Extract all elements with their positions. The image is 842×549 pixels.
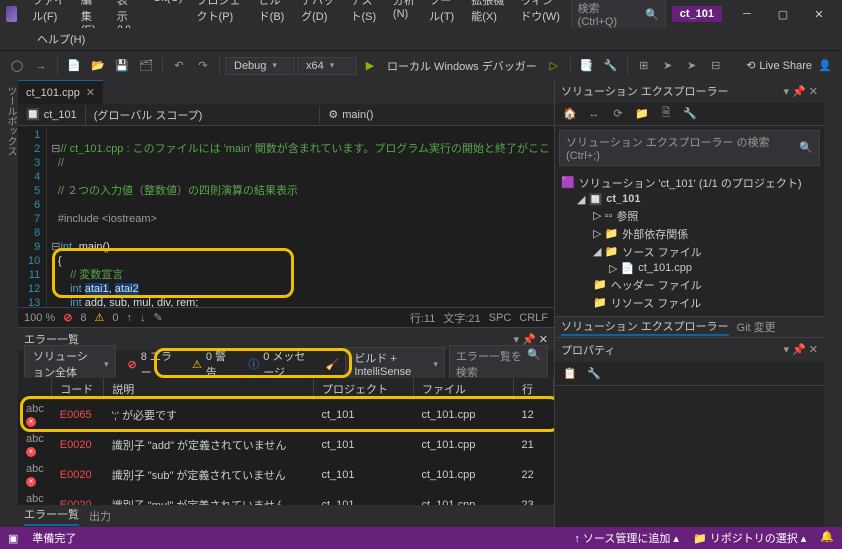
tab-git-changes[interactable]: Git 変更 [737, 319, 776, 335]
platform-combo[interactable]: x64 [297, 57, 357, 75]
open-button[interactable]: 📂 [87, 55, 109, 77]
line-gutter: 1234567891011121314151617181920212223 [18, 126, 47, 307]
nav-back-button[interactable]: ◯ [6, 55, 28, 77]
sln-show-all-icon[interactable]: 🗎 [655, 103, 677, 125]
sln-home-icon[interactable]: 🏠 [559, 103, 581, 125]
maximize-button[interactable]: ▢ [766, 3, 800, 25]
err-count-errors[interactable]: ⊘8 エラー [120, 346, 181, 382]
sln-props-icon[interactable]: 🔧 [679, 103, 701, 125]
right-dock-strip [824, 80, 842, 527]
live-share-button[interactable]: ⟲ Live Share [746, 59, 812, 72]
props-wrench-icon[interactable]: 🔧 [583, 362, 605, 384]
error-row[interactable]: abc ×E0065';' が必要ですct_101ct_101.cpp12 [18, 400, 554, 430]
error-table[interactable]: コード 説明 プロジェクト ファイル 行 abc ×E0065';' が必要です… [18, 378, 554, 505]
cursor-line: 行:11 [410, 310, 435, 326]
props-cat-icon[interactable]: 📋 [559, 362, 581, 384]
error-row[interactable]: abc ×E0020識別子 "mul" が定義されていませんct_101ct_1… [18, 490, 554, 505]
tb-icon-2[interactable]: 🔧 [600, 55, 622, 77]
tab-output[interactable]: 出力 [89, 508, 111, 524]
code-editor[interactable]: 1234567891011121314151617181920212223 ⊟/… [18, 126, 554, 307]
tb-icon-3[interactable]: ⊞ [633, 55, 655, 77]
sln-refresh-icon[interactable]: ⟳ [607, 103, 629, 125]
status-bell-icon[interactable]: 🔔 [820, 530, 834, 546]
nav-fwd-button[interactable]: → [30, 55, 52, 77]
tab-error-list[interactable]: エラー一覧 [24, 506, 79, 526]
tab-solution-explorer[interactable]: ソリューション エクスプローラー [561, 318, 729, 336]
error-row[interactable]: abc ×E0020識別子 "add" が定義されていませんct_101ct_1… [18, 430, 554, 460]
solution-explorer-title: ソリューション エクスプローラー [561, 83, 729, 99]
undo-button[interactable]: ↶ [168, 55, 190, 77]
status-source-control[interactable]: ↑ ソース管理に追加 ▴ [574, 530, 679, 546]
search-input[interactable]: 検索 (Ctrl+Q)🔍 [571, 0, 666, 31]
account-icon[interactable]: 👤 [814, 55, 836, 77]
tab-label: ct_101.cpp [26, 87, 80, 99]
new-button[interactable]: 📄 [63, 55, 85, 77]
config-combo[interactable]: Debug [225, 57, 295, 75]
tb-icon-6[interactable]: ⊟ [705, 55, 727, 77]
sln-filter-icon[interactable]: 📁 [631, 103, 653, 125]
nav-func[interactable]: ⚙ main() [319, 106, 554, 123]
save-all-button[interactable]: 🗂 [135, 55, 157, 77]
editor-tab[interactable]: ct_101.cpp ✕ [18, 80, 103, 104]
vs-logo [6, 6, 17, 22]
err-count-messages[interactable]: ⓘ0 メッセージ [240, 346, 319, 382]
save-button[interactable]: 💾 [111, 55, 133, 77]
tb-icon-5[interactable]: ➤ [681, 55, 703, 77]
minimize-button[interactable]: ─ [730, 3, 764, 25]
zoom-level[interactable]: 100 % [24, 312, 55, 324]
solution-tree[interactable]: 🟪ソリューション 'ct_101' (1/1 のプロジェクト) ◢ 🔲 ct_1… [555, 170, 824, 316]
tb-icon-4[interactable]: ➤ [657, 55, 679, 77]
nav-scope[interactable]: (グローバル スコープ) [85, 105, 320, 125]
panel-close-icon[interactable]: ✕ [539, 334, 548, 346]
properties-body [555, 386, 824, 527]
pin-icon[interactable]: ▾ 📌 [513, 334, 535, 346]
menu-help[interactable]: ヘルプ(H) [30, 27, 92, 51]
debugger-label[interactable]: ローカル Windows デバッガー [383, 58, 541, 74]
redo-button[interactable]: ↷ [192, 55, 214, 77]
err-clear-button[interactable]: 🧹 [324, 353, 342, 375]
tab-close-icon[interactable]: ✕ [86, 86, 95, 99]
err-filter-combo[interactable]: ビルド + IntelliSense [345, 347, 445, 381]
play-no-debug-icon[interactable]: ▷ [543, 55, 565, 77]
status-ready: 準備完了 [32, 530, 76, 546]
properties-title: プロパティ [561, 342, 615, 358]
error-row[interactable]: abc ×E0020識別子 "sub" が定義されていませんct_101ct_1… [18, 460, 554, 490]
project-badge: ct_101 [672, 6, 722, 22]
close-button[interactable]: ✕ [802, 3, 836, 25]
err-count-warnings[interactable]: ⚠0 警告 [184, 346, 236, 382]
nav-project[interactable]: 🔲 ct_101 [18, 106, 85, 123]
status-repo[interactable]: 📁 リポジトリの選択 ▴ [693, 530, 806, 546]
cursor-col: 文字:21 [443, 310, 480, 326]
solution-search-input[interactable]: ソリューション エクスプローラー の検索 (Ctrl+;)🔍 [559, 130, 820, 166]
sln-sync-icon[interactable]: ↔ [583, 103, 605, 125]
toolbox-tab[interactable]: ツールボックス [0, 80, 18, 527]
play-icon[interactable]: ▶ [359, 55, 381, 77]
tb-icon-1[interactable]: 📑 [576, 55, 598, 77]
